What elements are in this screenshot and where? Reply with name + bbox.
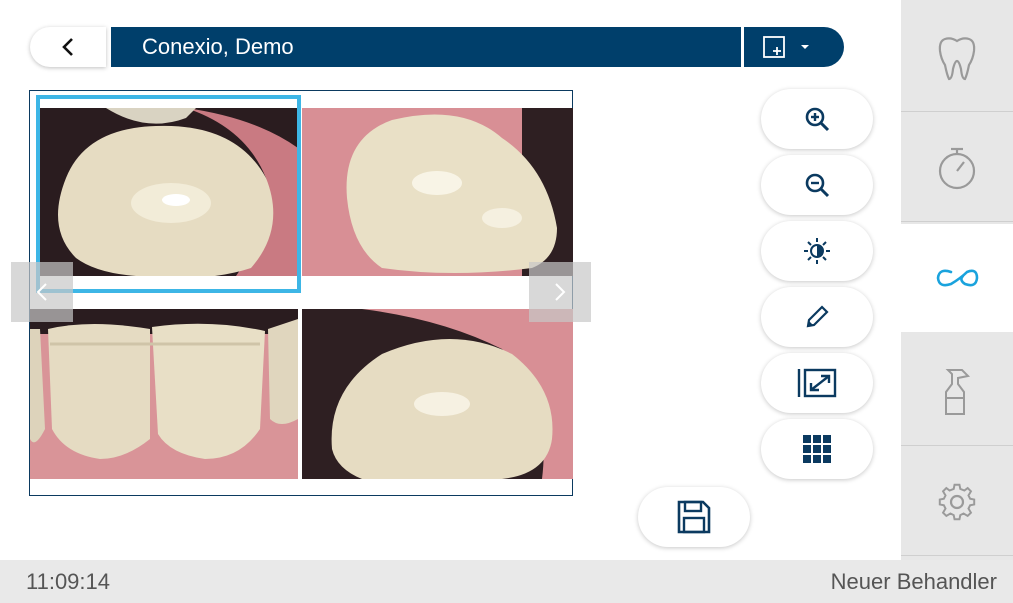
save-button[interactable]	[638, 487, 750, 547]
tooth-image-1[interactable]	[36, 108, 298, 276]
status-time: 11:09:14	[26, 568, 111, 594]
timer-icon	[938, 147, 976, 189]
sidebar-item-timer[interactable]	[901, 114, 1013, 222]
right-sidebar	[901, 0, 1013, 560]
zoom-in-button[interactable]	[761, 89, 873, 149]
tooth-image-3[interactable]	[30, 309, 298, 479]
tooth-image-2[interactable]	[302, 108, 573, 276]
annotate-button[interactable]	[761, 287, 873, 347]
tooth-image-4[interactable]	[302, 309, 573, 479]
grid-icon	[803, 435, 831, 463]
brightness-contrast-icon	[804, 238, 830, 264]
zoom-out-icon	[805, 173, 830, 198]
connect-icon	[936, 269, 979, 287]
sidebar-item-tooth[interactable]	[901, 4, 1013, 112]
patient-name: Conexio, Demo	[142, 34, 294, 59]
gear-icon	[938, 483, 976, 520]
previous-image-button[interactable]	[11, 262, 73, 322]
chevron-left-icon	[36, 283, 47, 301]
pencil-icon	[806, 305, 829, 328]
zoom-out-button[interactable]	[761, 155, 873, 215]
status-bar: 11:09:14 Neuer Behandler	[0, 560, 1013, 603]
image-grid	[29, 90, 573, 496]
chevron-left-icon	[62, 38, 73, 56]
expand-icon	[797, 368, 837, 398]
back-button[interactable]	[30, 27, 106, 67]
spray-bottle-icon	[945, 368, 971, 415]
sidebar-item-settings[interactable]	[901, 448, 1013, 556]
chevron-right-icon	[555, 283, 566, 301]
layout-dropdown-button[interactable]	[744, 27, 844, 67]
status-user[interactable]: Neuer Behandler	[831, 569, 997, 595]
tooth-icon	[938, 36, 976, 80]
next-image-button[interactable]	[529, 262, 591, 322]
brightness-contrast-button[interactable]	[761, 221, 873, 281]
zoom-in-icon	[805, 107, 830, 132]
grid-view-button[interactable]	[761, 419, 873, 479]
caret-down-icon	[801, 45, 809, 49]
fit-screen-button[interactable]	[761, 353, 873, 413]
save-icon	[677, 500, 711, 534]
sidebar-item-connect[interactable]	[901, 224, 1013, 332]
patient-title-bar: Conexio, Demo	[111, 27, 741, 67]
sidebar-item-hygiene[interactable]	[901, 338, 1013, 446]
add-layout-icon	[763, 36, 785, 58]
